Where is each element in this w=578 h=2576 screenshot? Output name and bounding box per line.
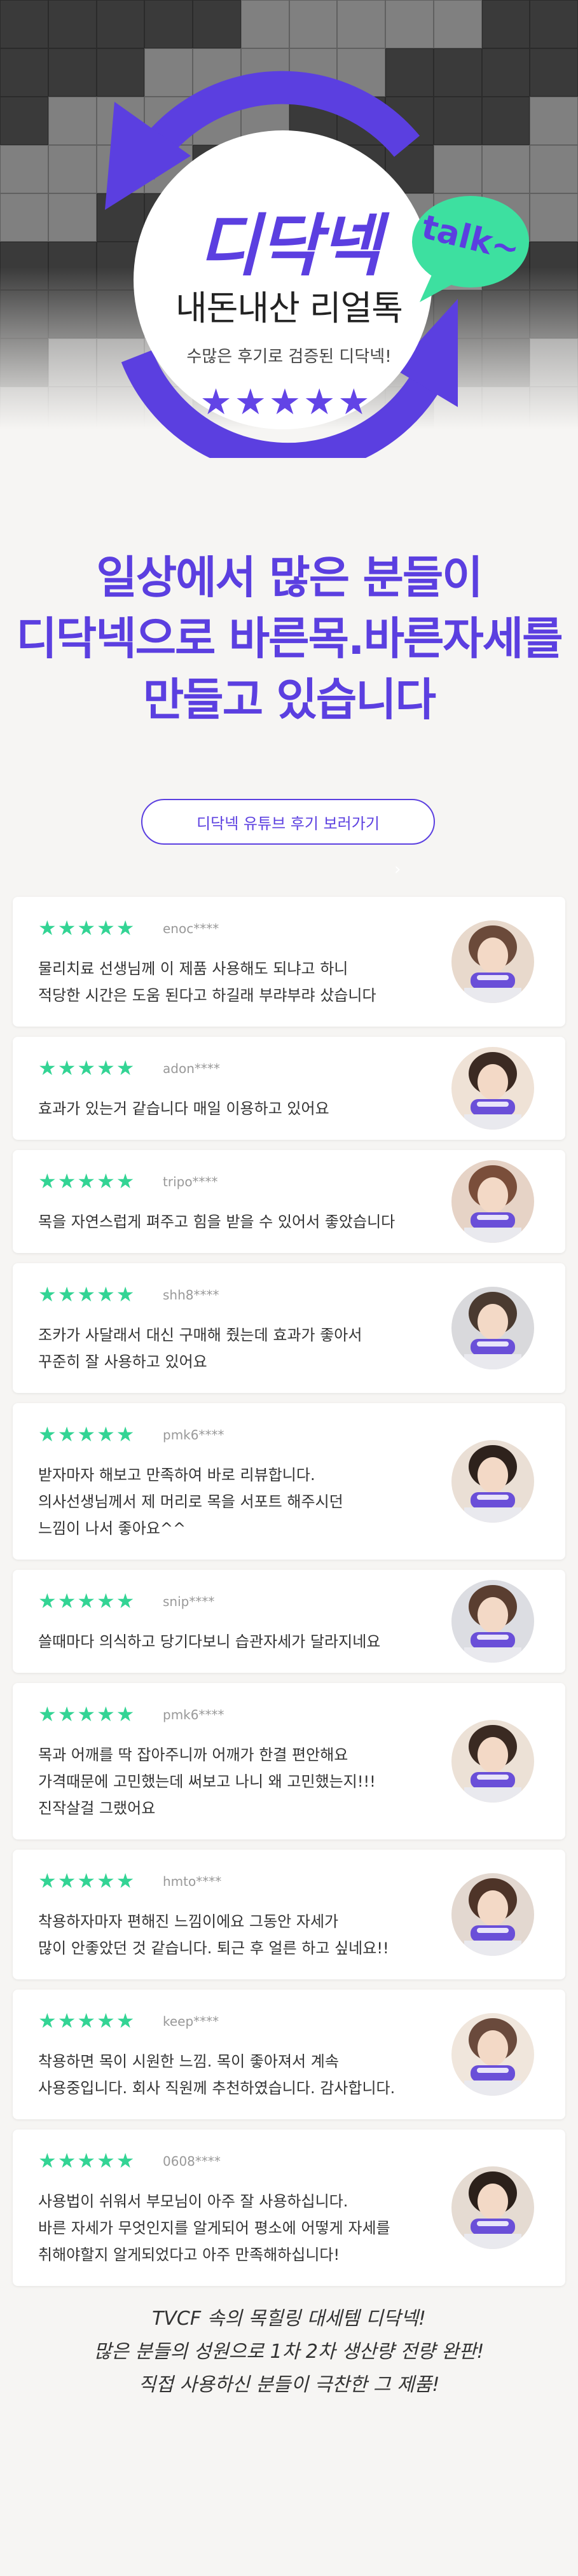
review-text-line: 조카가 사달래서 대신 구매해 줬는데 효과가 좋아서 [38,1326,362,1344]
review-rating-stars: ★★★★★ [38,2009,136,2033]
hero-banner: 디닥넥 내돈내산 리얼톡 수많은 후기로 검증된 디닥넥! ★★★★★ talk… [0,0,578,458]
review-username: pmk6**** [163,1427,224,1443]
footer-line-1: TVCF 속의 목힐링 대세템 디닥넥! [152,2308,426,2330]
review-username: pmk6**** [163,1707,224,1722]
review-text-line: 많이 안좋았던 것 같습니다. 퇴근 후 얼른 하고 싶네요!! [38,1939,389,1957]
reviewer-photo [451,2013,534,2096]
headline-line-2: 디닥넥으로 바른목.바른자세를 [16,613,563,665]
youtube-review-button[interactable]: 디닥넥 유튜브 후기 보러가기 [141,799,435,845]
review-text-line: 물리치료 선생님께 이 제품 사용해도 되냐고 하니 [38,960,348,978]
review-rating-stars: ★★★★★ [38,1056,136,1080]
review-card: ★★★★★ enoc**** 물리치료 선생님께 이 제품 사용해도 되냐고 하니적… [13,897,565,1027]
review-text-line: 의사선생님께서 제 머리로 목을 서포트 해주시던 [38,1493,343,1511]
review-text-line: 꾸준히 잘 사용하고 있어요 [38,1353,207,1371]
review-rating-stars: ★★★★★ [38,1169,136,1193]
review-card: ★★★★★ tripo**** 목을 자연스럽게 펴주고 힘을 받을 수 있어서 좋… [13,1150,565,1253]
footer-text: TVCF 속의 목힐링 대세템 디닥넥! 많은 분들의 성원으로 1차 2차 생… [0,2302,578,2402]
review-username: shh8**** [163,1287,219,1303]
review-text: 사용법이 쉬워서 부모님이 아주 잘 사용하십니다. 바른 자세가 무엇인지를 알… [38,2188,445,2268]
review-username: keep**** [163,2014,219,2029]
reviewer-photo [451,1440,534,1523]
review-text-line: 착용하자마자 편해진 느낌이에요 그동안 자세가 [38,1913,339,1930]
review-text-line: 목과 어깨를 딱 잡아주니까 어깨가 한결 편안해요 [38,1746,348,1764]
review-text-line: 적당한 시간은 도움 된다고 하길래 부랴부랴 샀습니다 [38,987,376,1004]
review-rating-stars: ★★★★★ [38,1282,136,1306]
review-text: 목과 어깨를 딱 잡아주니까 어깨가 한결 편안해요가격때문에 고민했는데 써보… [38,1742,445,1822]
hero-tagline: 수많은 후기로 검증된 디닥넥! [186,347,392,366]
review-text-line: 사용중입니다. 회사 직원께 추천하였습니다. 감사합니다. [38,2079,396,2097]
review-text: 조카가 사달래서 대신 구매해 줬는데 효과가 좋아서꾸준히 잘 사용하고 있어… [38,1322,445,1375]
reviewer-photo [451,1287,534,1369]
reviewer-photo [451,1160,534,1243]
review-text-line: 가격때문에 고민했는데 써보고 나니 왜 고민했는지!!! [38,1773,376,1790]
review-rating-stars: ★★★★★ [38,1589,136,1613]
review-card: ★★★★★ adon**** 효과가 있는거 같습니다 매일 이용하고 있어요 [13,1037,565,1140]
review-rating-stars: ★★★★★ [38,1422,136,1446]
review-text-line: 느낌이 나서 좋아요^^ [38,1520,186,1537]
review-rating-stars: ★★★★★ [38,1702,136,1726]
review-username: adon**** [163,1061,220,1076]
review-text-line: 쓸때마다 의식하고 당기다보니 습관자세가 달라지네요 [38,1633,381,1651]
review-text-line: 착용하면 목이 시원한 느낌. 목이 좋아져서 계속 [38,2053,339,2070]
hero-subtitle: 내돈내산 리얼톡 [175,288,403,328]
review-card: ★★★★★ 0608**** 사용법이 쉬워서 부모님이 아주 잘 사용하십니다. 바… [13,2129,565,2286]
main-headline: 일상에서 많은 분들이 디닥넥으로 바른목.바른자세를 만들고 있습니다 [0,547,578,730]
review-text: 목을 자연스럽게 펴주고 힘을 받을 수 있어서 좋았습니다 [38,1208,445,1235]
review-card: ★★★★★ pmk6**** 목과 어깨를 딱 잡아주니까 어깨가 한결 편안해요가… [13,1683,565,1839]
reviewer-photo [451,2166,534,2249]
headline-line-1: 일상에서 많은 분들이 [96,551,483,604]
review-username: 0608**** [163,2154,221,2169]
review-username: hmto**** [163,1874,222,1889]
reviewer-photo [451,1580,534,1663]
review-text-line: 바른 자세가 무엇인지를 알게되어 평소에 어떻게 자세를 [38,2219,390,2237]
review-text: 착용하면 목이 시원한 느낌. 목이 좋아져서 계속사용중입니다. 회사 직원께… [38,2048,445,2102]
hero-rating-stars: ★★★★★ [200,382,373,423]
review-text-line: 효과가 있는거 같습니다 매일 이용하고 있어요 [38,1100,329,1118]
review-card: ★★★★★ pmk6**** 받자마자 해보고 만족하여 바로 리뷰합니다. 의사선생… [13,1403,565,1560]
review-text: 받자마자 해보고 만족하여 바로 리뷰합니다. 의사선생님께서 제 머리로 목을 … [38,1462,445,1542]
review-text-line: 진작살걸 그랬어요 [38,1799,156,1817]
review-text-line: 목을 자연스럽게 펴주고 힘을 받을 수 있어서 좋았습니다 [38,1213,396,1231]
reviewer-photo [451,1873,534,1956]
review-card: ★★★★★ shh8**** 조카가 사달래서 대신 구매해 줬는데 효과가 좋아서… [13,1263,565,1393]
review-card: ★★★★★ hmto**** 착용하자마자 편해진 느낌이에요 그동안 자세가많이 … [13,1850,565,1979]
chevron-right-icon: › [394,860,401,879]
review-text-line: 취해야할지 알게되었다고 아주 만족해하십니다! [38,2246,340,2264]
review-username: snip**** [163,1594,215,1609]
review-text: 물리치료 선생님께 이 제품 사용해도 되냐고 하니적당한 시간은 도움 된다고… [38,955,445,1009]
review-username: enoc**** [163,921,219,936]
review-rating-stars: ★★★★★ [38,916,136,940]
review-username: tripo**** [163,1174,218,1189]
review-text: 착용하자마자 편해진 느낌이에요 그동안 자세가많이 안좋았던 것 같습니다. … [38,1908,445,1962]
review-text: 효과가 있는거 같습니다 매일 이용하고 있어요 [38,1095,445,1122]
reviewer-photo [451,1720,534,1803]
review-text-line: 받자마자 해보고 만족하여 바로 리뷰합니다. [38,1466,315,1484]
review-text: 쓸때마다 의식하고 당기다보니 습관자세가 달라지네요 [38,1628,445,1655]
footer-line-3: 직접 사용하신 분들이 극찬한 그 제품! [138,2374,440,2396]
reviewer-photo [451,1047,534,1130]
review-rating-stars: ★★★★★ [38,1869,136,1893]
review-text-line: 사용법이 쉬워서 부모님이 아주 잘 사용하십니다. [38,2192,348,2210]
review-card: ★★★★★ snip**** 쓸때마다 의식하고 당기다보니 습관자세가 달라지네요 [13,1570,565,1673]
review-rating-stars: ★★★★★ [38,2149,136,2173]
review-card: ★★★★★ keep**** 착용하면 목이 시원한 느낌. 목이 좋아져서 계속사… [13,1990,565,2119]
footer-line-2: 많은 분들의 성원으로 1차 2차 생산량 전량 완판! [93,2341,485,2363]
headline-line-3: 만들고 있습니다 [142,674,436,726]
reviewer-photo [451,920,534,1003]
